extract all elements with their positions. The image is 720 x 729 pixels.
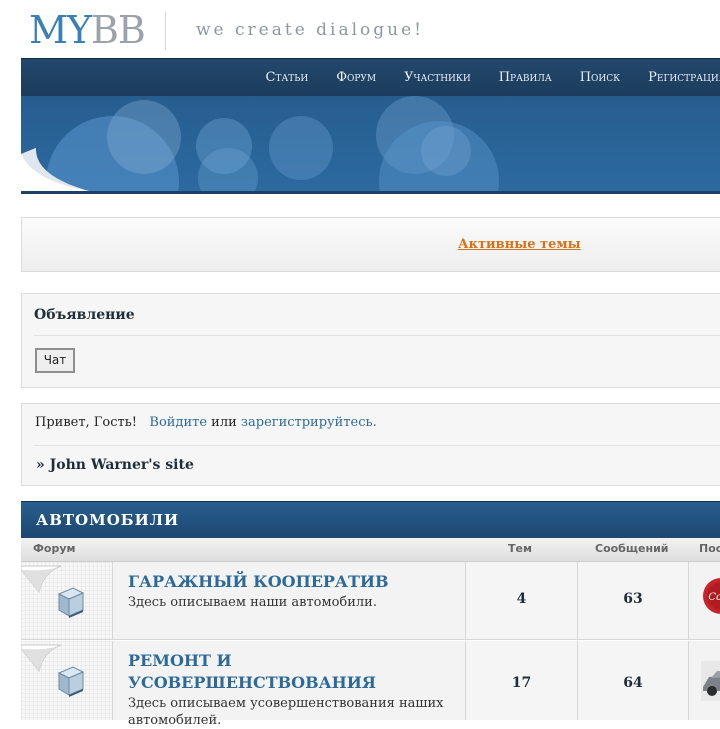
announcement-title: Объявление	[34, 307, 135, 323]
forum-title-line-1: Ремонт и	[128, 651, 232, 670]
banner-bubble	[107, 100, 181, 174]
forum-row: Гаражный кооператив Здесь описываем наши…	[20, 562, 720, 640]
site-link[interactable]: » John Warner's site	[36, 457, 194, 473]
forum-info: Ремонт и усовершенствования Здесь описыв…	[128, 650, 443, 729]
announcement-panel: Объявление Чат	[21, 293, 720, 388]
banner-bubble	[421, 126, 471, 176]
category-header[interactable]: АВТОМОБИЛИ	[21, 501, 720, 539]
logo-part-2: BB	[91, 8, 146, 52]
banner-bottom-line	[21, 191, 720, 194]
column-forum: Форум	[33, 542, 76, 555]
nav-item-register[interactable]: Регистрация	[648, 59, 720, 96]
forum-info: Гаражный кооператив Здесь описываем наши…	[128, 571, 389, 611]
divider	[688, 562, 689, 639]
forum-status-icon	[20, 644, 85, 697]
active-topics-link[interactable]: Активные темы	[458, 237, 581, 252]
forum-title-link[interactable]: Гаражный кооператив	[128, 571, 389, 593]
header-banner	[21, 96, 720, 194]
category-title: АВТОМОБИЛИ	[36, 511, 180, 529]
welcome-panel: Привет, Гость! Войдите или зарегистрируй…	[21, 403, 720, 486]
column-last-post: Пос	[699, 542, 720, 555]
register-link[interactable]: зарегистрируйтесь.	[241, 415, 377, 430]
nav-item-articles[interactable]: Статьи	[266, 59, 309, 96]
column-topics: Тем	[508, 542, 532, 555]
nav-item-forum[interactable]: Форум	[336, 59, 376, 96]
topics-count: 17	[511, 675, 532, 691]
forum-title-line-2: усовершенствования	[128, 673, 377, 692]
forum-status-icon	[20, 565, 85, 618]
greeting-text: Привет, Гость!	[35, 415, 138, 430]
chat-button[interactable]: Чат	[35, 348, 75, 373]
site-logo[interactable]: MYBB	[29, 8, 146, 52]
forum-description: Здесь описываем усовершенствования наших…	[128, 695, 443, 729]
forum-status-cell	[20, 562, 113, 639]
nav-item-rules[interactable]: Правила	[499, 59, 552, 96]
or-text: или	[211, 415, 237, 430]
forum-description: Здесь описываем наши автомобили.	[128, 595, 377, 610]
forum-description-line-2: автомобилей.	[128, 713, 222, 728]
forum-row: Ремонт и усовершенствования Здесь описыв…	[20, 641, 720, 728]
logo-part-1: MY	[29, 8, 92, 52]
divider	[688, 641, 689, 720]
column-posts: Сообщений	[595, 542, 669, 555]
greeting-line: Привет, Гость! Войдите или зарегистрируй…	[35, 415, 377, 430]
forum-status-cell	[20, 641, 113, 720]
nav-item-search[interactable]: Поиск	[580, 59, 620, 96]
nav-item-members[interactable]: Участники	[404, 59, 471, 96]
posts-count: 63	[623, 591, 643, 607]
logo-divider	[165, 12, 166, 50]
main-navigation: Статьи Форум Участники Правила Поиск Рег…	[21, 58, 720, 96]
banner-bubble	[269, 116, 333, 180]
divider	[34, 335, 720, 336]
forum-description-line-1: Здесь описываем усовершенствования наших	[128, 696, 444, 711]
divider	[34, 445, 720, 446]
header: MYBB we create dialogue!	[0, 0, 720, 58]
svg-text:Coca: Coca	[708, 592, 720, 603]
column-headers: Форум Тем Сообщений Пос	[21, 538, 720, 562]
last-poster-avatar[interactable]: Coca	[701, 576, 720, 616]
active-topics-panel: Активные темы	[21, 217, 720, 272]
last-poster-avatar[interactable]	[701, 661, 720, 701]
login-link[interactable]: Войдите	[149, 415, 207, 430]
tagline: we create dialogue!	[196, 20, 425, 40]
page-curl-icon	[21, 148, 89, 191]
topics-count: 4	[516, 591, 527, 607]
forum-title-link[interactable]: Ремонт и усовершенствования	[128, 650, 443, 694]
posts-count: 64	[623, 675, 643, 691]
